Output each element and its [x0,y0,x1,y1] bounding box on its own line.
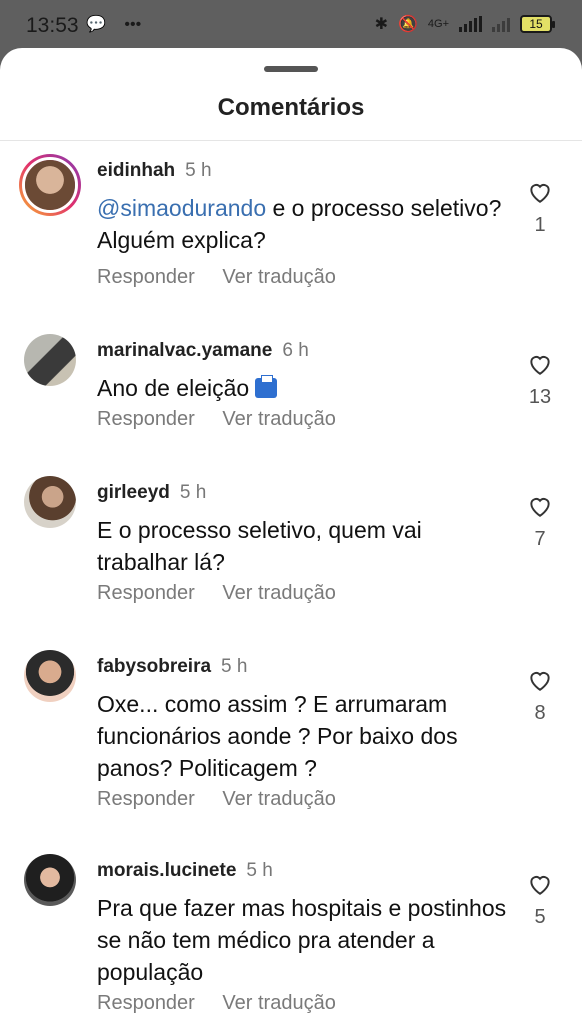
status-bar: 13:53 💬 ••• ✱ 🔕 4G+ 15 [0,0,582,52]
comments-sheet: Comentários eidinhah 5 h @simaodurando e … [0,48,582,1024]
like-button[interactable]: 7 [526,494,554,551]
divider [0,140,582,141]
like-count: 7 [534,528,546,550]
signal-icon [459,16,482,32]
heart-icon [530,498,550,517]
network-type: 4G+ [427,18,449,30]
comment-time: 5 h [179,482,207,503]
reply-button[interactable]: Responder [97,788,195,810]
bluetooth-icon: ✱ [374,16,388,33]
comment-username[interactable]: marinalvac.yamane [97,340,272,361]
signal-2-icon [492,16,510,32]
avatar[interactable] [24,854,76,906]
reply-button[interactable]: Responder [97,408,195,430]
heart-icon [530,672,550,691]
comment-text: @simaodurando e o processo seletivo? Alg… [97,195,502,253]
chat-bubble-icon: 💬 [86,16,106,33]
comment-text: Ano de eleição [97,372,507,404]
comment-username[interactable]: eidinhah [97,160,175,181]
comment-username[interactable]: fabysobreira [97,656,211,677]
like-count: 13 [528,386,552,408]
translate-button[interactable]: Ver tradução [222,408,335,430]
status-time: 13:53 [26,14,79,37]
comment-text: Pra que fazer mas hospitais e postinhos … [97,895,507,985]
heart-icon [530,876,550,895]
comment-username[interactable]: girleeyd [97,482,170,503]
comment-text: Oxe... como assim ? E arrumaram funcioná… [97,691,458,781]
like-count: 5 [534,906,546,928]
reply-button[interactable]: Responder [97,992,195,1014]
reply-button[interactable]: Responder [97,582,195,604]
battery-icon: 15 [520,15,555,33]
avatar[interactable] [19,154,81,216]
translate-button[interactable]: Ver tradução [222,582,335,604]
mute-bell-icon: 🔕 [397,16,418,33]
translate-button[interactable]: Ver tradução [222,992,335,1014]
comment-time: 5 h [185,160,212,181]
comment-time: 5 h [246,860,273,881]
heart-icon [530,356,550,375]
comment-username[interactable]: morais.lucinete [97,860,236,881]
like-button[interactable]: 5 [526,872,554,929]
comment-time: 6 h [282,340,309,361]
like-button[interactable]: 8 [526,668,554,725]
like-count: 1 [534,214,546,236]
comment-time: 5 h [221,656,248,677]
ballot-box-icon [255,375,278,398]
more-dots-icon: ••• [124,16,142,33]
avatar[interactable] [24,650,76,702]
translate-button[interactable]: Ver tradução [222,788,335,810]
drag-handle[interactable] [264,66,318,72]
like-button[interactable]: 1 [526,180,554,237]
avatar[interactable] [24,476,76,528]
translate-button[interactable]: Ver tradução [222,266,335,288]
like-button[interactable]: 13 [526,352,554,409]
reply-button[interactable]: Responder [97,266,195,288]
avatar[interactable] [24,334,76,386]
like-count: 8 [534,702,546,724]
comment-text: E o processo seletivo, quem vai trabalha… [97,517,422,575]
heart-icon [530,184,550,203]
comment-mention[interactable]: @simaodurando [97,195,266,221]
sheet-title: Comentários [217,94,365,121]
